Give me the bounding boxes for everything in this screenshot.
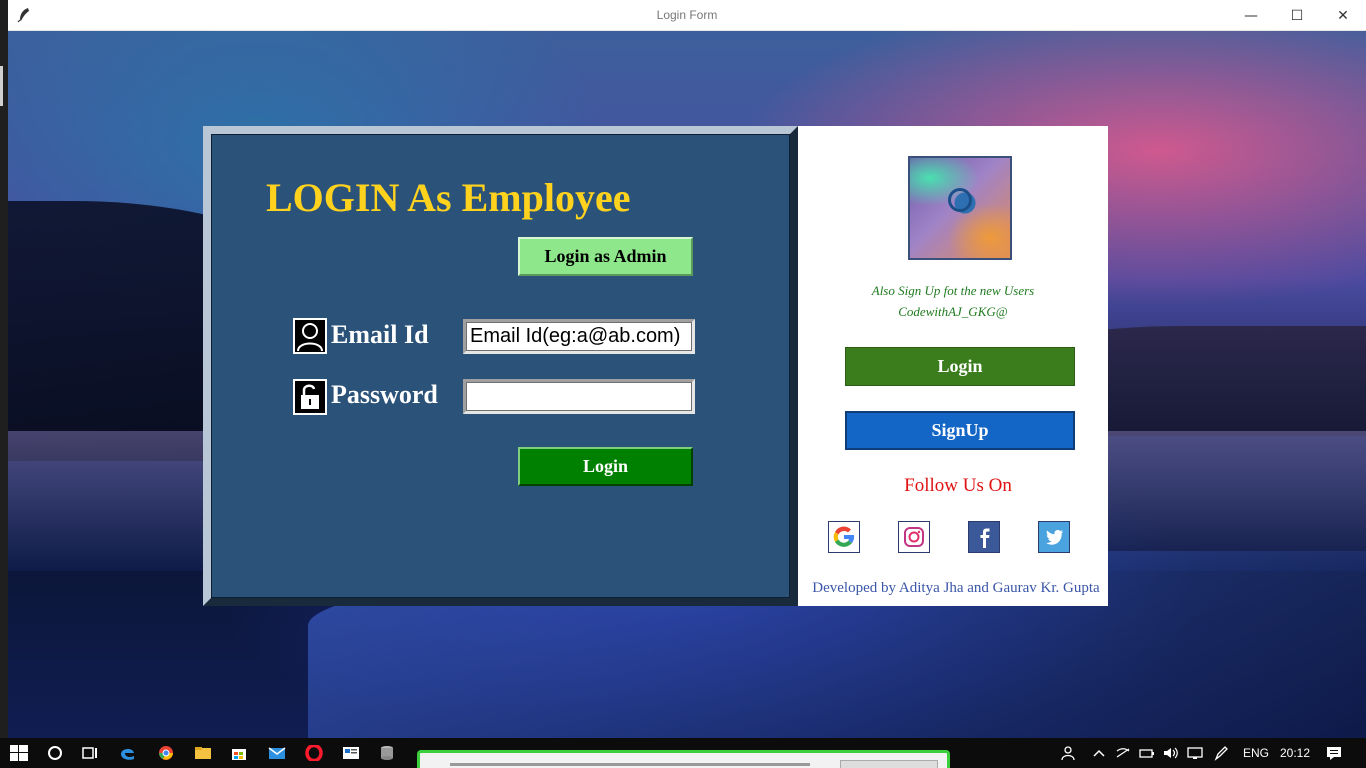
app-logo: [908, 156, 1012, 260]
follow-us-heading: Follow Us On: [904, 475, 1012, 496]
employee-login-panel: LOGIN As Employee Login as Admin Email I…: [203, 126, 798, 606]
battery-icon[interactable]: [1138, 745, 1156, 761]
signup-button[interactable]: SignUp: [845, 411, 1075, 450]
notifications-icon[interactable]: [1325, 745, 1343, 761]
login-as-admin-button[interactable]: Login as Admin: [518, 237, 693, 276]
signup-tagline: Also Sign Up fot the new Users: [871, 283, 1035, 298]
page-title: LOGIN As Employee: [266, 175, 631, 220]
signup-handle: CodewithAJ_GKG@: [898, 304, 1008, 319]
feather-icon: [17, 8, 29, 23]
user-icon: [293, 318, 327, 354]
left-screen-edge: [0, 0, 8, 738]
preview-button: [840, 760, 938, 768]
windows-start-icon[interactable]: [10, 745, 28, 761]
task-view-icon[interactable]: [81, 745, 99, 761]
twitter-icon[interactable]: [1038, 521, 1070, 553]
opera-icon[interactable]: [305, 745, 323, 761]
mail-icon[interactable]: [268, 745, 286, 761]
minimize-button[interactable]: —: [1228, 0, 1274, 31]
news-app-icon[interactable]: [342, 745, 360, 761]
language-indicator[interactable]: ENG: [1243, 738, 1269, 768]
password-field[interactable]: [463, 379, 695, 414]
unlock-icon: [293, 379, 327, 415]
logo-emblem: [948, 188, 972, 212]
file-explorer-icon[interactable]: [194, 745, 212, 761]
chrome-icon[interactable]: [157, 745, 175, 761]
display-icon[interactable]: [1186, 745, 1204, 761]
cortana-search-icon[interactable]: [46, 745, 64, 761]
window-title: Login Form: [656, 8, 718, 22]
edge-browser-icon[interactable]: [119, 745, 137, 761]
developer-credits: Developed by Aditya Jha and Gaurav Kr. G…: [812, 580, 1100, 596]
edge-marker: [0, 66, 3, 106]
google-icon[interactable]: [828, 521, 860, 553]
people-icon[interactable]: [1060, 745, 1078, 761]
volume-icon[interactable]: [1162, 745, 1180, 761]
clock[interactable]: 20:12: [1280, 738, 1310, 768]
side-panel: Also Sign Up fot the new Users CodewithA…: [798, 126, 1108, 606]
password-label: Password: [331, 380, 438, 409]
window-titlebar[interactable]: Login Form — ☐ ✕: [8, 0, 1366, 31]
network-icon[interactable]: [1114, 745, 1132, 761]
side-login-button[interactable]: Login: [845, 347, 1075, 386]
maximize-button[interactable]: ☐: [1274, 0, 1320, 31]
chevron-up-icon[interactable]: [1090, 745, 1108, 761]
instagram-icon[interactable]: [898, 521, 930, 553]
email-label: Email Id: [331, 320, 429, 349]
database-app-icon[interactable]: [378, 745, 396, 761]
email-field[interactable]: [463, 319, 695, 354]
close-button[interactable]: ✕: [1320, 0, 1366, 31]
facebook-icon[interactable]: [968, 521, 1000, 553]
store-icon[interactable]: [230, 745, 248, 761]
active-window-preview[interactable]: [417, 750, 950, 768]
employee-login-button[interactable]: Login: [518, 447, 693, 486]
preview-text-bar: [450, 763, 810, 766]
pen-icon[interactable]: [1212, 745, 1230, 761]
